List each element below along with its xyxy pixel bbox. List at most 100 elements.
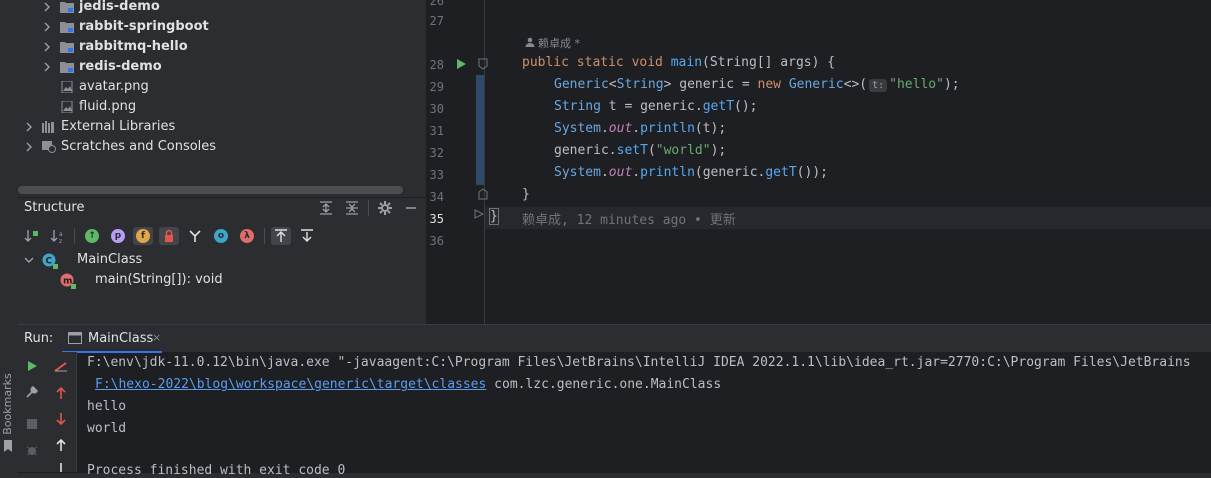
console-output-line: hello xyxy=(87,399,127,414)
user-icon xyxy=(525,37,535,47)
line-number: 29 xyxy=(429,80,444,94)
static-field: out xyxy=(608,165,633,180)
code-line-35[interactable]: } xyxy=(489,208,499,225)
libraries-icon xyxy=(42,121,54,133)
expand-all-icon[interactable] xyxy=(318,200,334,216)
show-inherited-icon[interactable]: ↑ xyxy=(85,229,99,243)
method-icon: m xyxy=(60,273,76,289)
stop-icon[interactable] xyxy=(26,418,38,430)
vcs-change-marker[interactable] xyxy=(476,75,484,185)
static-field: out xyxy=(608,121,633,136)
inline-blame[interactable]: 赖卓成, 12 minutes ago • 更新 xyxy=(522,209,736,228)
bookmarks-tab[interactable]: Bookmarks xyxy=(1,369,17,439)
rerun-icon[interactable] xyxy=(26,360,38,372)
horizontal-scrollbar[interactable] xyxy=(18,186,403,194)
chevron-right-icon[interactable] xyxy=(24,142,34,152)
classpath-link[interactable]: F:\hexo-2022\blog\workspace\generic\targ… xyxy=(95,377,486,392)
dump-threads-icon[interactable] xyxy=(26,444,38,458)
code-text: > generic = xyxy=(663,77,758,92)
bookmark-icon[interactable] xyxy=(3,440,13,452)
tree-item-rabbitmq-hello[interactable]: rabbitmq-hello xyxy=(42,37,422,57)
folder-icon xyxy=(60,22,74,33)
code-text: < xyxy=(608,77,617,92)
line-number-current: 35 xyxy=(429,212,444,226)
code-text: . xyxy=(632,165,641,180)
chevron-right-icon[interactable] xyxy=(42,22,52,32)
line-number: 31 xyxy=(429,124,444,138)
run-gutter-icon[interactable] xyxy=(455,58,467,70)
folder-icon xyxy=(60,62,74,73)
tree-item-label: rabbit-springboot xyxy=(79,19,209,34)
method-name: main xyxy=(670,55,703,70)
code-text: (t); xyxy=(694,121,727,136)
console-output-line: world xyxy=(87,421,127,436)
code-line-30[interactable]: String t = generic.getT(); xyxy=(554,99,758,114)
tree-item-fluid-png[interactable]: fluid.png xyxy=(42,97,422,117)
method-name: setT xyxy=(616,143,648,158)
code-line-33[interactable]: System.out.println(generic.getT()); xyxy=(554,165,828,180)
tree-item-scratches[interactable]: Scratches and Consoles xyxy=(24,137,422,157)
chevron-right-icon[interactable] xyxy=(42,2,52,12)
code-line-28[interactable]: public static void main(String[] args) { xyxy=(522,55,835,70)
code-text: ( xyxy=(647,143,656,158)
chevron-down-icon[interactable] xyxy=(24,255,34,265)
tree-item-label: External Libraries xyxy=(61,119,176,134)
console-icon xyxy=(68,332,82,344)
chevron-right-icon[interactable] xyxy=(24,122,34,132)
lock-icon[interactable] xyxy=(161,228,177,244)
close-icon[interactable]: × xyxy=(152,331,161,344)
show-lambda-icon[interactable]: λ xyxy=(240,229,254,243)
string-literal: "hello" xyxy=(889,77,944,92)
line-number: 33 xyxy=(429,168,444,182)
arrow-down-icon[interactable] xyxy=(55,462,67,472)
line-number: 28 xyxy=(429,58,444,72)
chevron-right-icon[interactable] xyxy=(42,42,52,52)
sort-by-visibility-icon[interactable] xyxy=(24,228,40,244)
structure-item-mainclass[interactable]: C MainClass xyxy=(24,250,404,270)
fold-end-icon[interactable] xyxy=(474,209,484,219)
code-line-32[interactable]: generic.setT("world"); xyxy=(554,143,726,158)
method-name: println xyxy=(640,121,695,136)
structure-item-main[interactable]: m main(String[]): void xyxy=(42,270,404,290)
code-text: <>( xyxy=(843,77,868,92)
autoscroll-from-source-icon[interactable] xyxy=(299,228,315,244)
tree-item-external-libraries[interactable]: External Libraries xyxy=(24,117,422,137)
image-file-icon xyxy=(61,101,73,113)
svg-text:z: z xyxy=(59,238,62,244)
fold-icon[interactable] xyxy=(478,58,488,70)
toolbar-divider xyxy=(76,352,77,472)
tree-item-redis-demo[interactable]: redis-demo xyxy=(42,57,422,77)
code-text: . xyxy=(600,165,609,180)
chevron-right-icon[interactable] xyxy=(42,62,52,72)
method-name: println xyxy=(640,165,695,180)
code-line-31[interactable]: System.out.println(t); xyxy=(554,121,726,136)
show-properties-icon[interactable]: p xyxy=(111,229,125,243)
soft-wrap-icon[interactable] xyxy=(54,360,68,372)
gear-icon[interactable] xyxy=(377,200,393,216)
tree-item-avatar-png[interactable]: avatar.png xyxy=(42,77,422,97)
arrow-down-icon[interactable] xyxy=(55,412,67,426)
tree-item-label: jedis-demo xyxy=(79,0,160,14)
show-anonymous-icon[interactable]: o xyxy=(214,229,228,243)
keyword: public static void xyxy=(522,55,671,70)
autoscroll-to-source-icon[interactable] xyxy=(273,228,289,244)
code-author-hint[interactable]: 赖卓成 * xyxy=(538,35,580,51)
method-name: getT xyxy=(765,165,797,180)
sort-alphabetically-icon[interactable]: az xyxy=(50,228,66,244)
wrench-icon[interactable] xyxy=(26,386,38,398)
console-exit-line: Process finished with exit code 0 xyxy=(87,463,346,478)
collapse-all-icon[interactable] xyxy=(344,200,360,216)
tree-item-rabbit-springboot[interactable]: rabbit-springboot xyxy=(42,17,422,37)
arrow-up-icon[interactable] xyxy=(55,386,67,400)
code-line-29[interactable]: Generic<String> generic = new Generic<>(… xyxy=(554,77,960,92)
fold-end-icon[interactable] xyxy=(478,188,488,200)
show-fields-icon[interactable]: f xyxy=(136,229,150,243)
tree-item-label: avatar.png xyxy=(79,79,149,94)
code-line-34[interactable]: } xyxy=(522,187,530,202)
console-classpath-line: F:\hexo-2022\blog\workspace\generic\targ… xyxy=(95,377,721,392)
arrow-up-icon[interactable] xyxy=(55,438,67,452)
show-lambdas-icon[interactable] xyxy=(187,228,203,244)
tree-item-jedis-demo[interactable]: jedis-demo xyxy=(42,0,422,17)
scratches-icon xyxy=(42,141,56,153)
code-text: ); xyxy=(943,77,960,92)
